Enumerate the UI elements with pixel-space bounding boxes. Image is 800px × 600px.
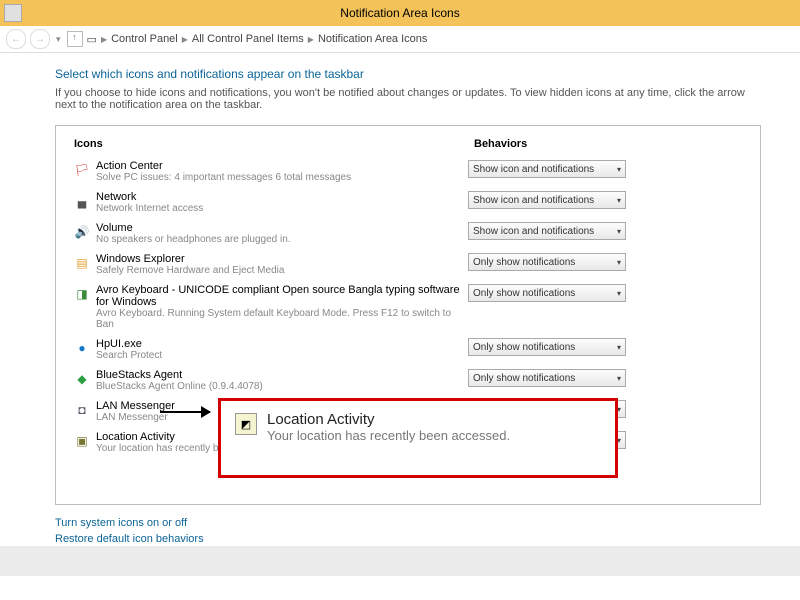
network-icon: ▄ xyxy=(74,193,90,209)
column-behaviors: Behaviors xyxy=(474,138,748,150)
chevron-down-icon: ▾ xyxy=(617,374,621,383)
list-item-volume: 🔊 VolumeNo speakers or headphones are plu… xyxy=(68,218,748,249)
windows-explorer-title: Windows Explorer xyxy=(96,253,468,265)
content-area: Select which icons and notifications app… xyxy=(0,53,800,565)
volume-title: Volume xyxy=(96,222,468,234)
action-center-desc: Solve PC issues: 4 important messages 6 … xyxy=(96,172,468,183)
avro-keyboard-behavior-cell: Only show notifications▾ xyxy=(468,284,748,302)
list-item-action-center: 🏳 Action CenterSolve PC issues: 4 importa… xyxy=(68,156,748,187)
volume-behavior-cell: Show icon and notifications▾ xyxy=(468,222,748,240)
link-turn-system-icons[interactable]: Turn system icons on or off xyxy=(55,517,760,529)
callout-desc: Your location has recently been accessed… xyxy=(267,428,510,443)
avro-keyboard-text: Avro Keyboard - UNICODE compliant Open s… xyxy=(96,284,468,330)
network-behavior-cell: Show icon and notifications▾ xyxy=(468,191,748,209)
hpui-icon: ● xyxy=(74,340,90,356)
action-center-title: Action Center xyxy=(96,160,468,172)
list-item-avro-keyboard: ◨ Avro Keyboard - UNICODE compliant Open … xyxy=(68,280,748,334)
breadcrumb: ▭ ▶ Control Panel ▶ All Control Panel It… xyxy=(87,33,428,46)
action-center-behavior-cell: Show icon and notifications▾ xyxy=(468,160,748,178)
history-dropdown[interactable]: ▾ xyxy=(54,34,63,45)
volume-text: VolumeNo speakers or headphones are plug… xyxy=(96,222,468,245)
annotation-arrow xyxy=(160,411,210,413)
window-system-icon xyxy=(4,4,22,22)
location-activity-icon: ◩ xyxy=(235,413,257,435)
page-heading: Select which icons and notifications app… xyxy=(55,67,760,81)
network-text: NetworkNetwork Internet access xyxy=(96,191,468,214)
bluestacks-desc: BlueStacks Agent Online (0.9.4.4078) xyxy=(96,381,468,392)
avro-keyboard-desc: Avro Keyboard. Running System default Ke… xyxy=(96,308,468,330)
column-icons: Icons xyxy=(68,138,474,150)
hpui-behavior-cell: Only show notifications▾ xyxy=(468,338,748,356)
chevron-down-icon: ▾ xyxy=(617,165,621,174)
hpui-text: HpUI.exeSearch Protect xyxy=(96,338,468,361)
chevron-down-icon: ▾ xyxy=(617,227,621,236)
window-title: Notification Area Icons xyxy=(340,6,459,20)
windows-explorer-behavior-select[interactable]: Only show notifications▾ xyxy=(468,253,626,271)
callout-title: Location Activity xyxy=(267,411,510,428)
nav-bar: ← → ▾ ↑ ▭ ▶ Control Panel ▶ All Control … xyxy=(0,26,800,53)
window-title-bar: Notification Area Icons xyxy=(0,0,800,26)
breadcrumb-item[interactable]: Notification Area Icons xyxy=(318,33,427,45)
list-item-bluestacks: ◆ BlueStacks AgentBlueStacks Agent Online… xyxy=(68,365,748,396)
location-activity-icon: ▣ xyxy=(74,433,90,449)
volume-icon: 🔊 xyxy=(74,224,90,240)
chevron-down-icon: ▾ xyxy=(617,343,621,352)
footer-strip xyxy=(0,546,800,576)
breadcrumb-sep: ▶ xyxy=(308,35,314,44)
network-desc: Network Internet access xyxy=(96,203,468,214)
windows-explorer-desc: Safely Remove Hardware and Eject Media xyxy=(96,265,468,276)
bluestacks-behavior-cell: Only show notifications▾ xyxy=(468,369,748,387)
windows-explorer-text: Windows ExplorerSafely Remove Hardware a… xyxy=(96,253,468,276)
action-center-icon: 🏳 xyxy=(74,162,90,178)
breadcrumb-sep: ▶ xyxy=(182,35,188,44)
lan-messenger-icon: ◘ xyxy=(74,402,90,418)
hpui-desc: Search Protect xyxy=(96,350,468,361)
bluestacks-title: BlueStacks Agent xyxy=(96,369,468,381)
bluestacks-icon: ◆ xyxy=(74,371,90,387)
windows-explorer-behavior-cell: Only show notifications▾ xyxy=(468,253,748,271)
list-item-network: ▄ NetworkNetwork Internet accessShow icon… xyxy=(68,187,748,218)
chevron-down-icon: ▾ xyxy=(617,196,621,205)
forward-button[interactable]: → xyxy=(30,29,50,49)
folder-icon: ▭ xyxy=(87,33,97,46)
list-item-hpui: ● HpUI.exeSearch ProtectOnly show notific… xyxy=(68,334,748,365)
windows-explorer-icon: ▤ xyxy=(74,255,90,271)
network-behavior-select[interactable]: Show icon and notifications▾ xyxy=(468,191,626,209)
up-button[interactable]: ↑ xyxy=(67,31,83,47)
volume-desc: No speakers or headphones are plugged in… xyxy=(96,234,468,245)
breadcrumb-sep: ▶ xyxy=(101,35,107,44)
avro-keyboard-icon: ◨ xyxy=(74,286,90,302)
bluestacks-text: BlueStacks AgentBlueStacks Agent Online … xyxy=(96,369,468,392)
volume-behavior-select[interactable]: Show icon and notifications▾ xyxy=(468,222,626,240)
action-center-behavior-select[interactable]: Show icon and notifications▾ xyxy=(468,160,626,178)
action-center-text: Action CenterSolve PC issues: 4 importan… xyxy=(96,160,468,183)
avro-keyboard-title: Avro Keyboard - UNICODE compliant Open s… xyxy=(96,284,468,308)
network-title: Network xyxy=(96,191,468,203)
annotation-callout: ◩ Location Activity Your location has re… xyxy=(218,398,618,478)
back-button[interactable]: ← xyxy=(6,29,26,49)
avro-keyboard-behavior-select[interactable]: Only show notifications▾ xyxy=(468,284,626,302)
page-subtext: If you choose to hide icons and notifica… xyxy=(55,87,760,111)
hpui-behavior-select[interactable]: Only show notifications▾ xyxy=(468,338,626,356)
list-item-windows-explorer: ▤ Windows ExplorerSafely Remove Hardware … xyxy=(68,249,748,280)
chevron-down-icon: ▾ xyxy=(617,289,621,298)
hpui-title: HpUI.exe xyxy=(96,338,468,350)
breadcrumb-item[interactable]: Control Panel xyxy=(111,33,178,45)
chevron-down-icon: ▾ xyxy=(617,258,621,267)
breadcrumb-item[interactable]: All Control Panel Items xyxy=(192,33,304,45)
link-restore-defaults[interactable]: Restore default icon behaviors xyxy=(55,533,760,545)
bluestacks-behavior-select[interactable]: Only show notifications▾ xyxy=(468,369,626,387)
column-headers: Icons Behaviors xyxy=(68,134,748,156)
